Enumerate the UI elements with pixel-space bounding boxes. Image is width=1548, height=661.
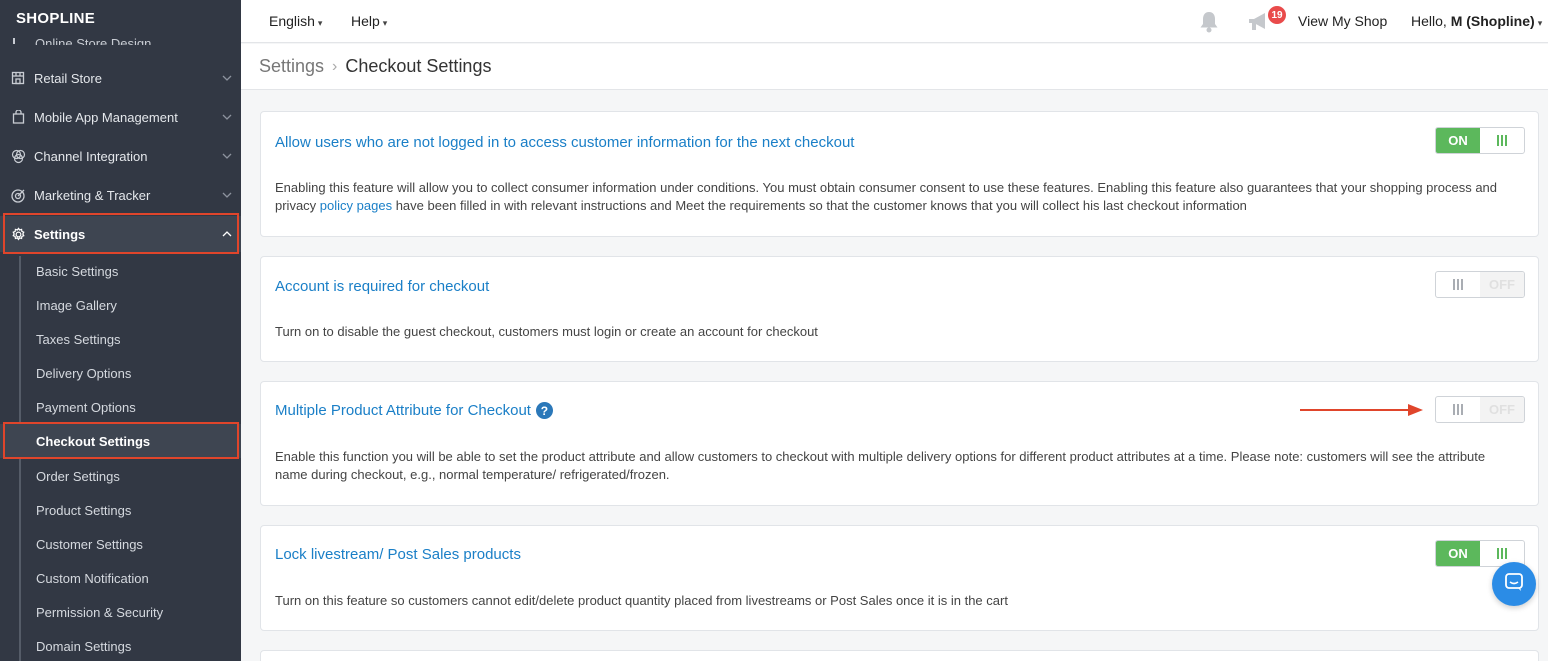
sidebar-item-label: Marketing & Tracker (34, 187, 151, 203)
chevron-down-icon (213, 73, 241, 84)
setting-card-multiple-attribute: Multiple Product Attribute for Checkout … (260, 381, 1539, 506)
sub-item-customer-settings[interactable]: Customer Settings (36, 537, 143, 552)
chevron-down-icon (213, 112, 241, 123)
toggle-state-label: OFF (1480, 272, 1524, 297)
chevron-down-icon (213, 190, 241, 201)
user-name: M (Shopline) (1450, 13, 1535, 29)
setting-title-text: Multiple Product Attribute for Checkout (275, 402, 531, 419)
setting-title: Lock livestream/ Post Sales products (275, 546, 521, 563)
chevron-down-icon: ▾ (1537, 18, 1543, 28)
help-dropdown[interactable]: Help ▾ (351, 13, 387, 29)
chat-support-button[interactable] (1492, 562, 1536, 606)
setting-title: Account is required for checkout (275, 278, 490, 295)
toggle-multiple-attribute[interactable]: OFF (1435, 396, 1525, 423)
sidebar-item-online-store-design[interactable]: Online Store Design (35, 31, 151, 45)
setting-card-guest-info: Allow users who are not logged in to acc… (260, 111, 1539, 237)
chevron-up-icon (213, 229, 241, 240)
top-bar: English ▾ Help ▾ 19 View My Shop Hello, M … (241, 0, 1548, 43)
brush-icon (13, 38, 23, 44)
sub-item-delivery-options[interactable]: Delivery Options (36, 366, 131, 381)
toggle-account-required[interactable]: OFF (1435, 271, 1525, 298)
sub-item-custom-notification[interactable]: Custom Notification (36, 571, 149, 586)
sub-item-permission-security[interactable]: Permission & Security (36, 605, 163, 620)
setting-description: Enabling this feature will allow you to … (275, 179, 1508, 215)
breadcrumb-settings-link[interactable]: Settings (259, 56, 324, 77)
sidebar-item-channel-integration[interactable]: Channel Integration (0, 138, 241, 174)
setting-description: Turn on this feature so customers cannot… (275, 593, 1008, 608)
breadcrumb: Settings › Checkout Settings (241, 44, 1548, 90)
toggle-state-label: ON (1436, 128, 1480, 153)
toggle-grip-icon (1436, 272, 1480, 297)
sidebar-item-retail-store[interactable]: Retail Store (0, 60, 241, 96)
chevron-down-icon: ▾ (382, 18, 388, 28)
help-label: Help (351, 13, 380, 29)
bell-icon[interactable] (1198, 10, 1220, 39)
toggle-grip-icon (1480, 128, 1524, 153)
toggle-guest-info[interactable]: ON (1435, 127, 1525, 154)
shopline-logo[interactable]: SHOPLINE (16, 10, 95, 27)
red-arrow-annotation (1300, 402, 1424, 423)
sidebar-item-label: Channel Integration (34, 148, 148, 164)
sub-item-image-gallery[interactable]: Image Gallery (36, 298, 117, 313)
channels-icon (0, 149, 34, 164)
sidebar-item-marketing[interactable]: Marketing & Tracker (0, 177, 241, 213)
sub-item-taxes-settings[interactable]: Taxes Settings (36, 332, 121, 347)
bag-icon (0, 110, 34, 124)
sidebar-item-mobile-app[interactable]: Mobile App Management (0, 99, 241, 135)
question-mark-icon[interactable]: ? (535, 402, 553, 419)
chevron-right-icon: › (332, 57, 338, 75)
setting-card-partial (260, 650, 1539, 661)
language-label: English (269, 13, 315, 29)
description-text: have been filled in with relevant instru… (392, 198, 1247, 213)
sub-item-basic-settings[interactable]: Basic Settings (36, 264, 118, 279)
notification-count-badge: 19 (1268, 6, 1286, 24)
setting-title: Allow users who are not logged in to acc… (275, 134, 855, 151)
sub-item-product-settings[interactable]: Product Settings (36, 503, 131, 518)
sub-item-domain-settings[interactable]: Domain Settings (36, 639, 131, 654)
subnav-guide-line (19, 256, 21, 661)
toggle-state-label: ON (1436, 541, 1480, 566)
sub-item-order-settings[interactable]: Order Settings (36, 469, 120, 484)
setting-card-account-required: Account is required for checkout OFF Tur… (260, 256, 1539, 362)
chat-bubble-icon (1504, 572, 1524, 597)
user-menu-dropdown[interactable]: Hello, M (Shopline) ▾ (1411, 13, 1542, 29)
toggle-state-label: OFF (1480, 397, 1524, 422)
language-dropdown[interactable]: English ▾ (269, 13, 322, 29)
sidebar-item-label: Mobile App Management (34, 109, 178, 125)
sidebar: SHOPLINE Online Store Design Retail Stor… (0, 0, 241, 661)
greeting-label: Hello, (1411, 13, 1447, 29)
sub-item-checkout-settings[interactable]: Checkout Settings (36, 434, 150, 449)
setting-description: Turn on to disable the guest checkout, c… (275, 324, 818, 339)
setting-description: Enable this function you will be able to… (275, 449, 1486, 482)
chevron-down-icon: ▾ (317, 18, 323, 28)
sidebar-item-label: Retail Store (34, 70, 102, 86)
policy-pages-link[interactable]: policy pages (320, 198, 392, 213)
store-icon (0, 71, 34, 85)
gear-icon (0, 226, 34, 242)
sub-item-payment-options[interactable]: Payment Options (36, 400, 136, 415)
setting-title: Multiple Product Attribute for Checkout … (275, 402, 553, 419)
chevron-down-icon (213, 151, 241, 162)
setting-card-lock-livestream: Lock livestream/ Post Sales products ON … (260, 525, 1539, 631)
target-icon (0, 188, 34, 203)
sidebar-item-label: Settings (34, 226, 86, 242)
view-my-shop-link[interactable]: View My Shop (1298, 13, 1387, 29)
sidebar-item-settings[interactable]: Settings (0, 216, 241, 252)
toggle-grip-icon (1436, 397, 1480, 422)
page-title: Checkout Settings (345, 56, 492, 76)
